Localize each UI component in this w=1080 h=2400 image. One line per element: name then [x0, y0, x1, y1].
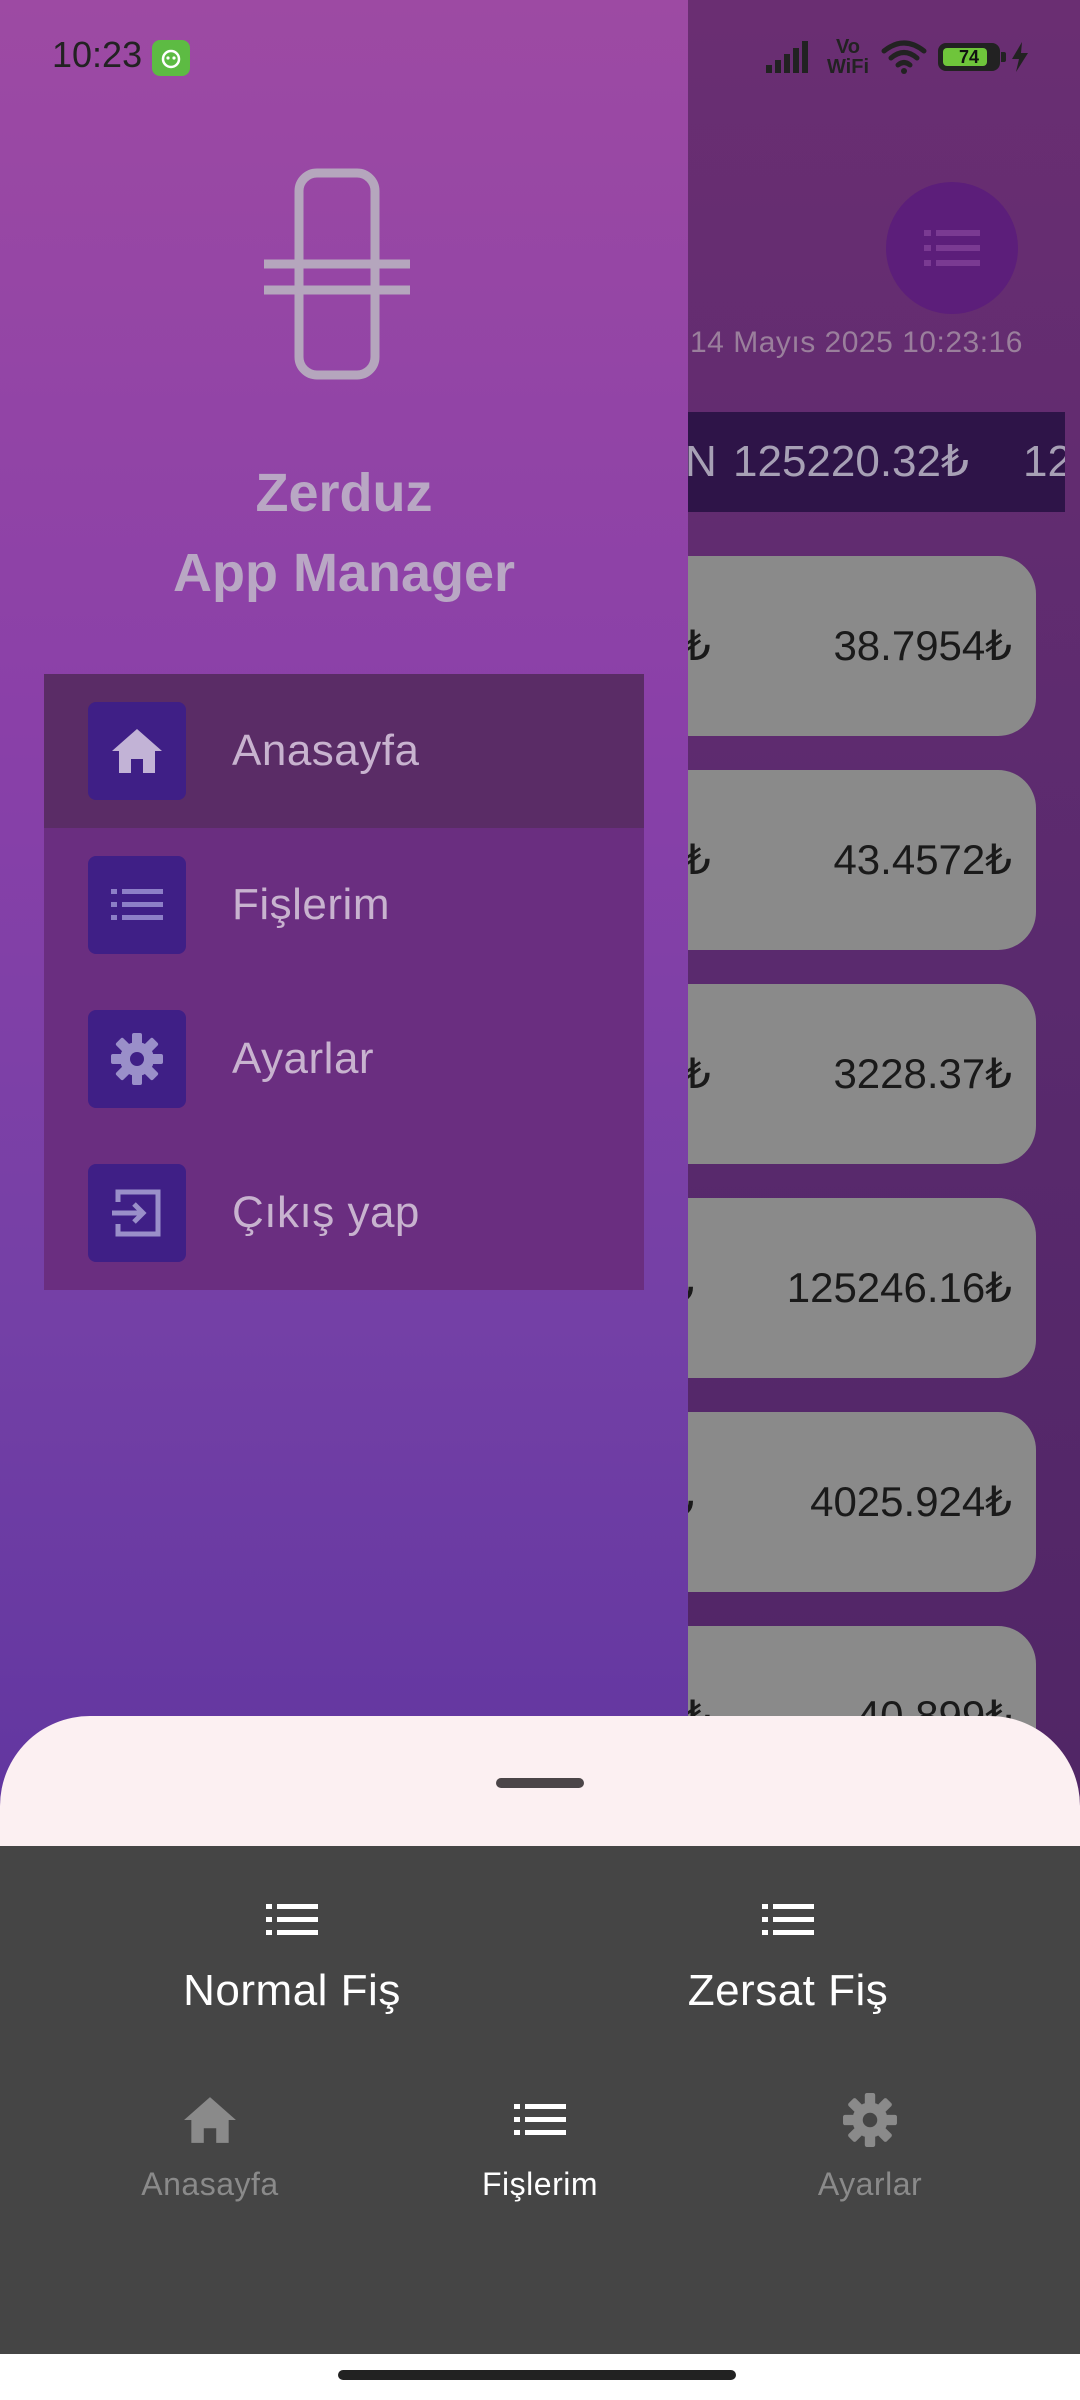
signal-icon — [766, 41, 808, 73]
list-icon — [578, 1902, 998, 1946]
rate-value-sell: 43.4572₺ — [833, 836, 1012, 883]
action-label: Normal Fiş — [183, 1966, 401, 2015]
app-title-line2: App Manager — [172, 543, 516, 603]
nav-item-fislerim[interactable]: Fişlerim — [410, 2090, 670, 2203]
drawer-item-fislerim[interactable]: Fişlerim — [44, 828, 644, 982]
rate-value-buy: ₺ — [684, 1050, 711, 1097]
charging-icon — [1012, 42, 1028, 72]
rate-card[interactable]: ₺ 43.4572₺ — [640, 770, 1036, 950]
rate-card[interactable]: ₺ 38.7954₺ — [640, 556, 1036, 736]
rate-value-sell: 125246.16₺ — [786, 1264, 1012, 1311]
app-title-line1: Zerduz — [255, 463, 433, 523]
menu-fab-button[interactable] — [886, 182, 1018, 314]
battery-level: 74 — [958, 47, 980, 67]
nav-item-anasayfa[interactable]: Anasayfa — [80, 2090, 340, 2203]
drawer-item-anasayfa[interactable]: Anasayfa — [44, 674, 644, 828]
drawer-item-ayarlar[interactable]: Ayarlar — [44, 982, 644, 1136]
drawer-item-label: Fişlerim — [232, 880, 390, 929]
home-icon — [88, 702, 186, 800]
wifi-icon — [881, 40, 927, 74]
notification-app-icon — [152, 40, 190, 76]
vowifi-label: Vo WiFi — [826, 36, 870, 78]
rate-value-sell: 38.7954₺ — [833, 622, 1012, 669]
sheet-drag-handle[interactable] — [496, 1778, 584, 1788]
ticker-item: 125220.32₺ — [733, 437, 969, 486]
nav-item-ayarlar[interactable]: Ayarlar — [740, 2090, 1000, 2203]
list-icon — [924, 230, 980, 266]
normal-fis-button[interactable]: Normal Fiş — [82, 1902, 502, 2016]
list-icon — [410, 2090, 670, 2150]
rate-value-buy: ₺ — [684, 836, 711, 883]
current-datetime: 14 Mayıs 2025 10:23:16 — [690, 326, 1023, 359]
drawer-item-label: Ayarlar — [232, 1034, 375, 1083]
drawer-item-label: Anasayfa — [232, 726, 420, 775]
nav-label: Ayarlar — [817, 2166, 923, 2202]
app-logo — [264, 168, 410, 380]
status-time: 10:23 — [52, 34, 143, 75]
ticker-item: N — [685, 437, 717, 486]
rate-value-buy: ₺ — [684, 622, 711, 669]
home-icon — [80, 2090, 340, 2150]
status-icons: Vo WiFi 74 — [766, 34, 1030, 80]
rate-card[interactable]: 4₺ 4025.924₺ — [640, 1412, 1036, 1592]
drawer-menu: Anasayfa Fişlerim Ayarlar Çıkış yap — [44, 674, 644, 1290]
home-gesture-bar[interactable] — [338, 2370, 736, 2380]
battery-indicator: 74 — [938, 43, 1006, 71]
rate-value-sell: 3228.37₺ — [833, 1050, 1012, 1097]
drawer-item-label: Çıkış yap — [232, 1188, 420, 1237]
action-label: Zersat Fiş — [687, 1966, 889, 2015]
gear-icon — [88, 1010, 186, 1108]
list-icon — [82, 1902, 502, 1946]
nav-label: Fişlerim — [482, 2166, 598, 2202]
rate-card[interactable]: 2₺ 125246.16₺ — [640, 1198, 1036, 1378]
zersat-fis-button[interactable]: Zersat Fiş — [578, 1902, 998, 2016]
rate-ticker: N 125220.32₺ 12 — [685, 412, 1065, 512]
list-icon — [88, 856, 186, 954]
rate-value-sell: 4025.924₺ — [810, 1478, 1012, 1525]
rate-card[interactable]: ₺ 3228.37₺ — [640, 984, 1036, 1164]
gear-icon — [740, 2090, 1000, 2150]
nav-label: Anasayfa — [141, 2166, 279, 2202]
logout-icon — [88, 1164, 186, 1262]
drawer-item-cikis-yap[interactable]: Çıkış yap — [44, 1136, 644, 1290]
ticker-item: 12 — [1023, 437, 1065, 486]
